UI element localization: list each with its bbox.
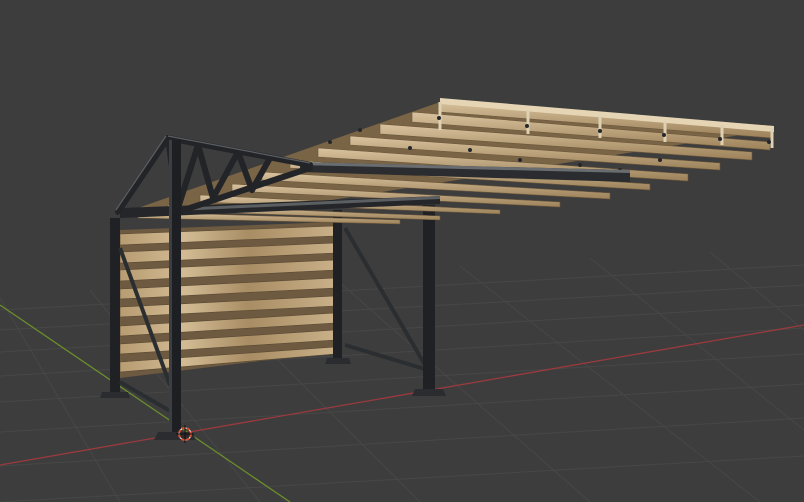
wooden-wall [119, 222, 336, 378]
3d-viewport[interactable] [0, 0, 804, 502]
scene-canvas[interactable] [0, 0, 804, 502]
